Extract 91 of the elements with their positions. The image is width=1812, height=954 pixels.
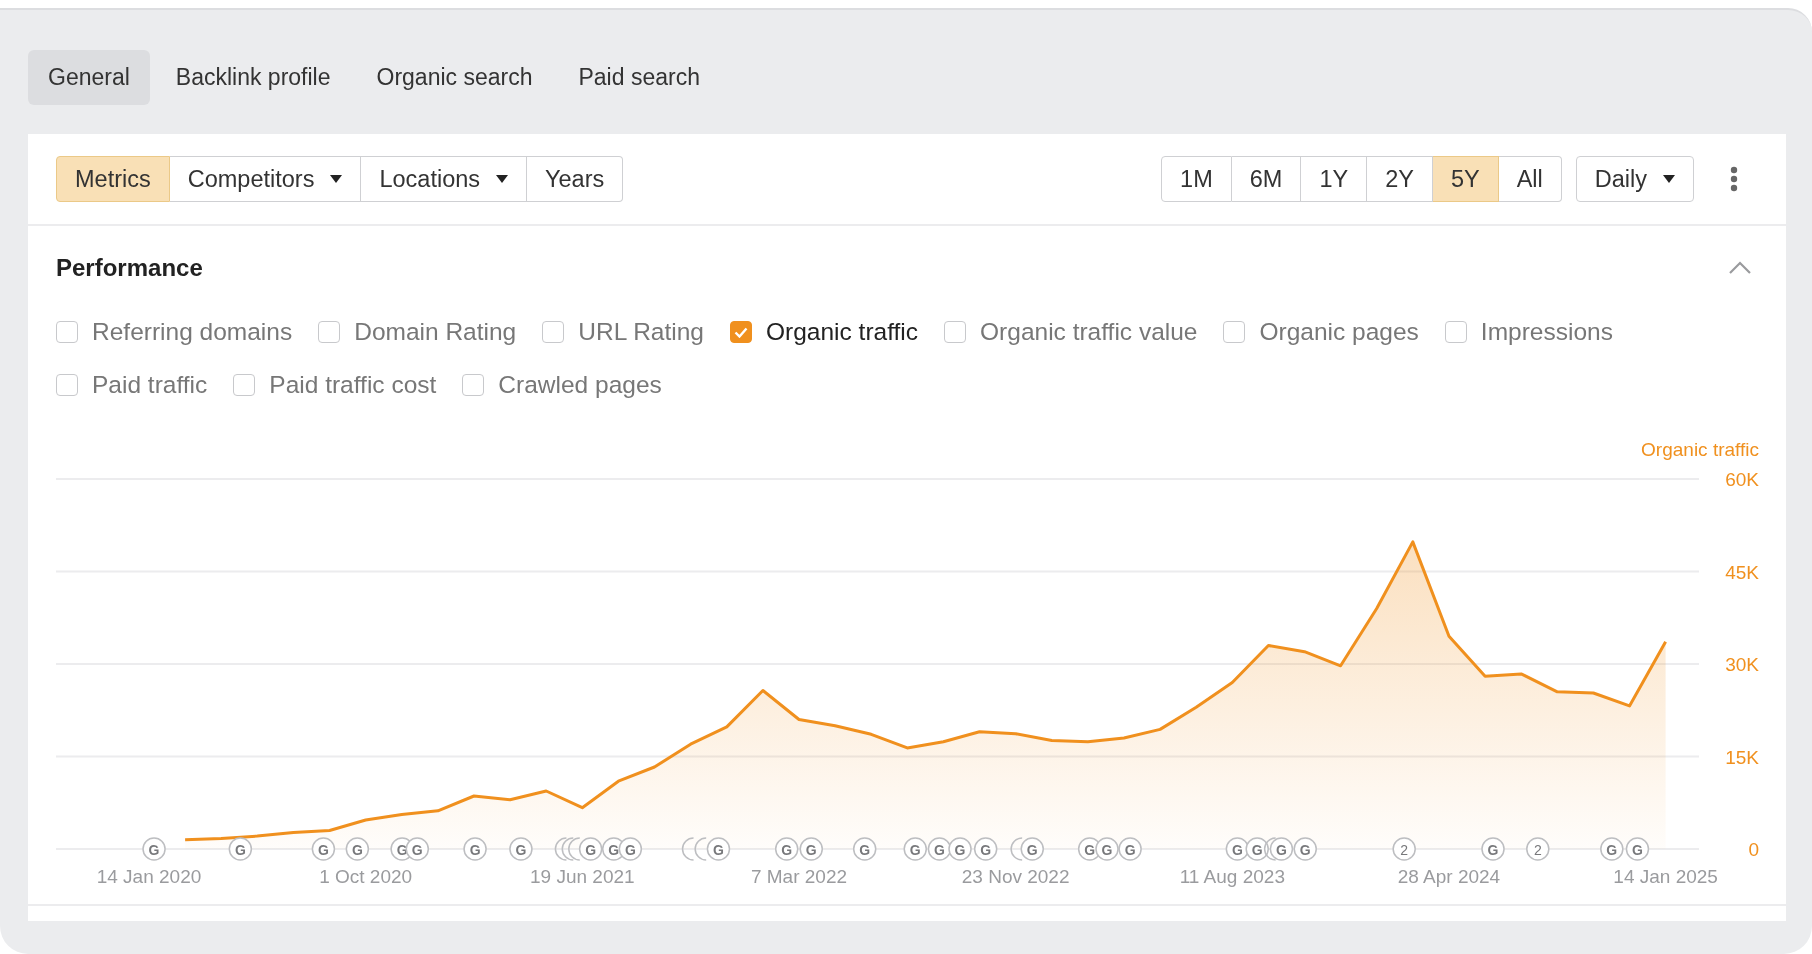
google-update-marker[interactable]: G: [142, 837, 166, 861]
google-update-marker[interactable]: G: [509, 837, 533, 861]
metric-checkbox[interactable]: Domain Rating: [318, 318, 517, 346]
tab[interactable]: Backlink profile: [155, 50, 351, 105]
google-update-marker[interactable]: G: [1020, 837, 1044, 861]
google-update-marker[interactable]: G: [1245, 837, 1269, 861]
tab[interactable]: Paid search: [558, 50, 720, 105]
caret-icon: [496, 175, 509, 183]
checkbox[interactable]: [462, 374, 485, 396]
range-button[interactable]: 1Y: [1301, 156, 1368, 202]
google-update-marker[interactable]: G: [311, 837, 336, 861]
google-update-marker[interactable]: G: [1293, 837, 1317, 861]
google-update-marker[interactable]: G: [1095, 837, 1119, 861]
metric-checkbox[interactable]: Referring domains: [56, 318, 293, 346]
range-button[interactable]: All: [1498, 156, 1562, 202]
checkbox[interactable]: [542, 321, 565, 343]
tab[interactable]: Organic search: [356, 50, 553, 105]
google-update-marker[interactable]: G: [948, 837, 972, 861]
interval-dropdown[interactable]: Daily: [1575, 156, 1694, 202]
google-update-marker[interactable]: G: [345, 837, 370, 861]
y-axis-label: 45K: [1725, 561, 1759, 583]
checkbox[interactable]: [318, 321, 341, 343]
section-title: Performance: [56, 254, 203, 282]
x-axis-label: 1 Oct 2020: [319, 866, 413, 887]
chevron-up-icon[interactable]: [1728, 261, 1752, 275]
grouped-updates-marker[interactable]: 2: [1526, 837, 1550, 861]
metric-checkbox[interactable]: Crawled pages: [462, 371, 662, 399]
update-marker[interactable]: [554, 837, 568, 861]
update-marker[interactable]: [1263, 837, 1277, 861]
metric-checkbox[interactable]: Paid traffic: [56, 371, 208, 399]
series-legend: Organic traffic: [1641, 439, 1759, 460]
metric-checkbox[interactable]: URL Rating: [542, 318, 704, 346]
y-axis-label: 30K: [1725, 654, 1759, 675]
x-axis-label: 11 Aug 2023: [1179, 866, 1285, 887]
toggle-button[interactable]: Metrics: [56, 156, 170, 202]
range-button[interactable]: 6M: [1231, 156, 1302, 202]
checkbox[interactable]: [56, 321, 78, 343]
x-axis-label: 19 Jun 2021: [530, 866, 635, 887]
google-update-marker[interactable]: G: [799, 837, 823, 861]
x-axis-label: 28 Apr 2024: [1397, 866, 1501, 887]
google-update-marker[interactable]: G: [973, 837, 998, 861]
toggle-button[interactable]: Years: [527, 156, 624, 202]
x-axis-label: 7 Mar 2022: [750, 866, 848, 887]
update-marker[interactable]: [568, 837, 581, 861]
update-marker[interactable]: [1010, 837, 1023, 861]
checkmark-icon: [734, 326, 748, 338]
update-marker[interactable]: [561, 837, 575, 861]
google-update-marker[interactable]: G: [706, 837, 731, 861]
google-update-marker[interactable]: G: [852, 837, 877, 861]
checkbox[interactable]: [730, 321, 752, 343]
metric-checkbox[interactable]: Organic traffic: [730, 318, 919, 346]
google-update-marker[interactable]: G: [1625, 837, 1650, 861]
google-update-marker[interactable]: G: [618, 837, 643, 861]
metric-checkbox[interactable]: Organic pages: [1223, 318, 1419, 346]
range-button[interactable]: 2Y: [1367, 156, 1433, 202]
google-update-marker[interactable]: G: [1269, 837, 1294, 861]
metric-checkbox[interactable]: Organic traffic value: [944, 318, 1198, 346]
x-axis-label: 14 Jan 2025: [1613, 866, 1718, 887]
google-update-marker[interactable]: G: [578, 837, 603, 861]
google-update-marker[interactable]: G: [774, 837, 799, 861]
checkbox[interactable]: [56, 374, 78, 396]
grouped-updates-marker[interactable]: 2: [1392, 837, 1416, 861]
google-update-marker[interactable]: G: [463, 837, 487, 861]
more-menu-icon[interactable]: [1730, 166, 1738, 192]
tab[interactable]: General: [28, 50, 150, 105]
range-button[interactable]: 1M: [1161, 156, 1232, 202]
checkbox[interactable]: [944, 321, 967, 343]
google-update-marker[interactable]: G: [1118, 837, 1142, 861]
range-button[interactable]: 5Y: [1432, 156, 1499, 202]
dropdown-button[interactable]: Locations: [361, 156, 528, 202]
update-marker[interactable]: [681, 837, 695, 861]
y-axis-label: 15K: [1725, 746, 1759, 768]
google-update-marker[interactable]: G: [1600, 837, 1624, 861]
google-update-marker[interactable]: G: [405, 837, 430, 861]
y-axis-label: 60K: [1725, 469, 1759, 490]
google-update-marker[interactable]: G: [1481, 837, 1505, 861]
checkbox[interactable]: [233, 374, 256, 396]
x-axis-label: 14 Jan 2020: [96, 866, 202, 887]
metric-checkbox[interactable]: Impressions: [1444, 318, 1613, 346]
caret-icon: [330, 175, 343, 183]
checkbox[interactable]: [1444, 321, 1467, 343]
google-update-marker[interactable]: G: [228, 837, 253, 861]
dropdown-button[interactable]: Competitors: [169, 156, 362, 202]
checkbox[interactable]: [1223, 321, 1246, 343]
caret-icon: [1663, 175, 1675, 183]
y-axis-label: 0: [1748, 839, 1759, 860]
google-update-marker[interactable]: G: [903, 837, 927, 861]
update-marker[interactable]: [694, 837, 707, 861]
metric-checkbox[interactable]: Paid traffic cost: [233, 371, 437, 399]
google-update-marker[interactable]: G: [927, 837, 952, 861]
x-axis-label: 23 Nov 2022: [961, 866, 1070, 887]
